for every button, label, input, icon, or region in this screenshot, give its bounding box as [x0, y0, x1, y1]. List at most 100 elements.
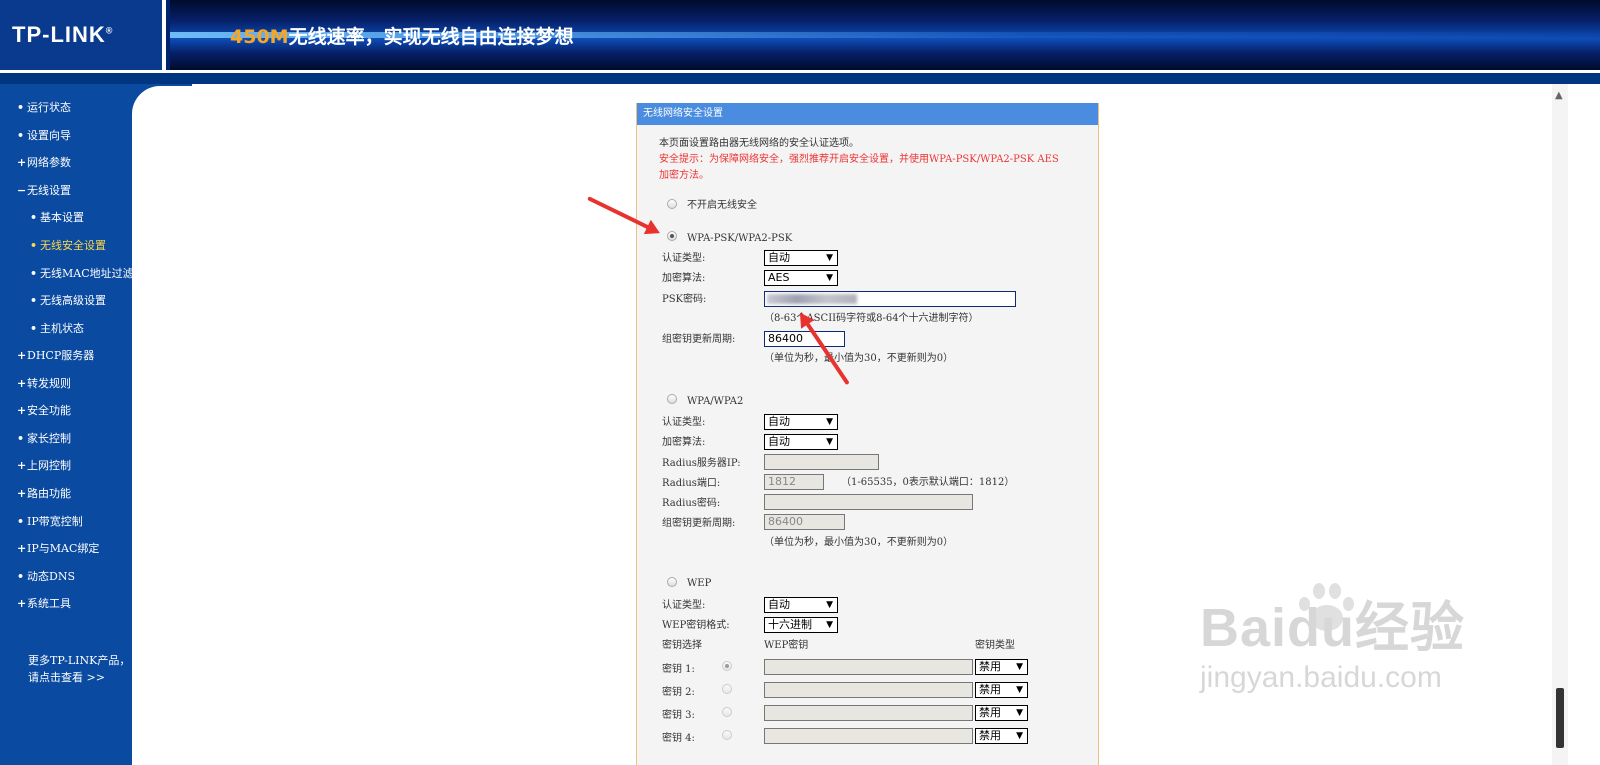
sidebar-item-ip-mac-binding[interactable]: +IP与MAC绑定 [17, 542, 99, 556]
wep-key2-label: 密钥 2: [662, 687, 695, 698]
sidebar-item-label: 转发规则 [27, 377, 71, 390]
dropdown-arrow-icon: ▼ [826, 417, 833, 427]
radio-wpa-psk[interactable] [667, 231, 677, 241]
radio-no-security[interactable] [667, 199, 677, 209]
psk-password-input[interactable] [764, 291, 1016, 307]
bullet-icon: • [30, 294, 38, 307]
wep-key2-radio[interactable] [722, 684, 732, 694]
sidebar-item-wireless-advanced[interactable]: • 无线高级设置 [30, 294, 106, 308]
bullet-icon: • [30, 239, 38, 252]
wep-auth-select[interactable]: 自动 ▼ [764, 597, 838, 613]
wep-key4-input[interactable] [764, 728, 973, 744]
wpa-encryption-select[interactable]: 自动 ▼ [764, 434, 838, 450]
wep-key1-type-select[interactable]: 禁用 ▼ [975, 659, 1028, 675]
logo-text: TP-LINK [12, 22, 106, 47]
radius-password-input[interactable] [764, 494, 973, 510]
radius-port-value: 1812 [768, 475, 796, 488]
sidebar-item-label: 安全功能 [27, 404, 71, 417]
wep-format-value: 十六进制 [768, 618, 812, 631]
dropdown-arrow-icon: ▼ [1016, 731, 1023, 741]
radius-password-label: Radius密码: [662, 498, 721, 509]
sidebar-item-label: 无线设置 [27, 184, 71, 197]
wep-key2-type-value: 禁用 [979, 683, 1001, 696]
more-products-line1: 更多TP-LINK产品， [28, 654, 131, 667]
wep-format-select[interactable]: 十六进制 ▼ [764, 617, 838, 633]
sidebar-item-network-params[interactable]: +网络参数 [17, 156, 71, 170]
page-scrollbar[interactable] [1552, 84, 1568, 765]
wep-col-select: 密钥选择 [662, 640, 702, 651]
sidebar-item-wireless-security[interactable]: • 无线安全设置 [30, 239, 106, 253]
bullet-icon: • [30, 322, 38, 335]
sidebar-item-wireless-settings[interactable]: −无线设置 [17, 184, 71, 198]
radius-ip-label: Radius服务器IP: [662, 458, 741, 469]
psk-auth-value: 自动 [768, 251, 790, 264]
bullet-icon: • [17, 129, 25, 142]
sidebar-item-setup-wizard[interactable]: • 设置向导 [17, 129, 71, 143]
wep-key3-radio[interactable] [722, 707, 732, 717]
sidebar-item-bandwidth[interactable]: • IP带宽控制 [17, 515, 83, 529]
psk-auth-select[interactable]: 自动 ▼ [764, 250, 838, 266]
dropdown-arrow-icon: ▼ [1016, 662, 1023, 672]
dropdown-arrow-icon: ▼ [826, 437, 833, 447]
wep-key3-type-select[interactable]: 禁用 ▼ [975, 705, 1028, 721]
radius-port-input[interactable]: 1812 [764, 474, 824, 490]
wep-key4-type-select[interactable]: 禁用 ▼ [975, 728, 1028, 744]
banner-slogan: 450M无线速率，实现无线自由连接梦想 [230, 22, 574, 49]
scrollbar-thumb[interactable] [1556, 688, 1564, 748]
wep-key4-radio[interactable] [722, 730, 732, 740]
wep-key1-input[interactable] [764, 659, 973, 675]
watermark-sub: jingyan.baidu.com [1200, 661, 1442, 694]
header-stripe [0, 70, 1600, 84]
wep-key1-radio[interactable] [722, 661, 732, 671]
wpa-auth-select[interactable]: 自动 ▼ [764, 414, 838, 430]
expand-icon: + [17, 487, 27, 500]
sidebar-item-routing[interactable]: +路由功能 [17, 487, 71, 501]
sidebar-item-label: 基本设置 [40, 211, 84, 224]
dropdown-arrow-icon: ▼ [826, 600, 833, 610]
psk-encryption-select[interactable]: AES ▼ [764, 270, 838, 286]
radius-ip-input[interactable] [764, 454, 879, 470]
sidebar-item-access-control[interactable]: +上网控制 [17, 459, 71, 473]
sidebar-item-dhcp[interactable]: +DHCP服务器 [17, 349, 94, 363]
wep-key1-label: 密钥 1: [662, 664, 695, 675]
wep-key2-input[interactable] [764, 682, 973, 698]
psk-period-hint: （单位为秒，最小值为30，不更新则为0） [764, 353, 954, 364]
bullet-icon: • [17, 515, 25, 528]
sidebar-item-label: IP与MAC绑定 [27, 542, 100, 555]
wpa-auth-label: 认证类型: [662, 417, 706, 428]
wep-col-type: 密钥类型 [975, 640, 1015, 651]
wpa-title: WPA/WPA2 [687, 396, 744, 407]
scroll-up-arrow-icon[interactable]: ▲ [1555, 90, 1563, 101]
sidebar-item-label: DHCP服务器 [27, 349, 95, 362]
sidebar-item-parental-control[interactable]: • 家长控制 [17, 432, 71, 446]
sidebar-item-security[interactable]: +安全功能 [17, 404, 71, 418]
sidebar-item-mac-filter[interactable]: • 无线MAC地址过滤 [30, 267, 134, 281]
psk-password-obscured [767, 294, 857, 304]
psk-period-label: 组密钥更新周期: [662, 334, 736, 345]
content-corner-curve [132, 86, 192, 126]
sidebar-item-forwarding[interactable]: +转发规则 [17, 377, 71, 391]
wep-key1-type-value: 禁用 [979, 660, 1001, 673]
bullet-icon: • [17, 570, 25, 583]
psk-period-input[interactable]: 86400 [764, 331, 845, 347]
sidebar-item-label: 无线高级设置 [40, 294, 106, 307]
radio-wep[interactable] [667, 577, 677, 587]
dropdown-arrow-icon: ▼ [1016, 685, 1023, 695]
wep-key3-input[interactable] [764, 705, 973, 721]
more-products-link[interactable]: 更多TP-LINK产品， 请点击查看 >> [28, 652, 130, 686]
psk-encryption-value: AES [768, 271, 790, 284]
psk-period-value: 86400 [768, 332, 803, 345]
sidebar-item-host-status[interactable]: • 主机状态 [30, 322, 84, 336]
sidebar-item-label: 无线安全设置 [40, 239, 106, 252]
sidebar-item-system-tools[interactable]: +系统工具 [17, 597, 71, 611]
sidebar-item-run-status[interactable]: • 运行状态 [17, 101, 71, 115]
radio-wpa-enterprise[interactable] [667, 394, 677, 404]
wep-key2-type-select[interactable]: 禁用 ▼ [975, 682, 1028, 698]
sidebar-item-ddns[interactable]: • 动态DNS [17, 570, 75, 584]
wep-auth-value: 自动 [768, 598, 790, 611]
sidebar-item-label: IP带宽控制 [27, 515, 83, 528]
sidebar-item-label: 无线MAC地址过滤 [40, 267, 134, 280]
expand-icon: + [17, 542, 27, 555]
wpa-period-input[interactable]: 86400 [764, 514, 845, 530]
sidebar-item-basic-settings[interactable]: • 基本设置 [30, 211, 84, 225]
